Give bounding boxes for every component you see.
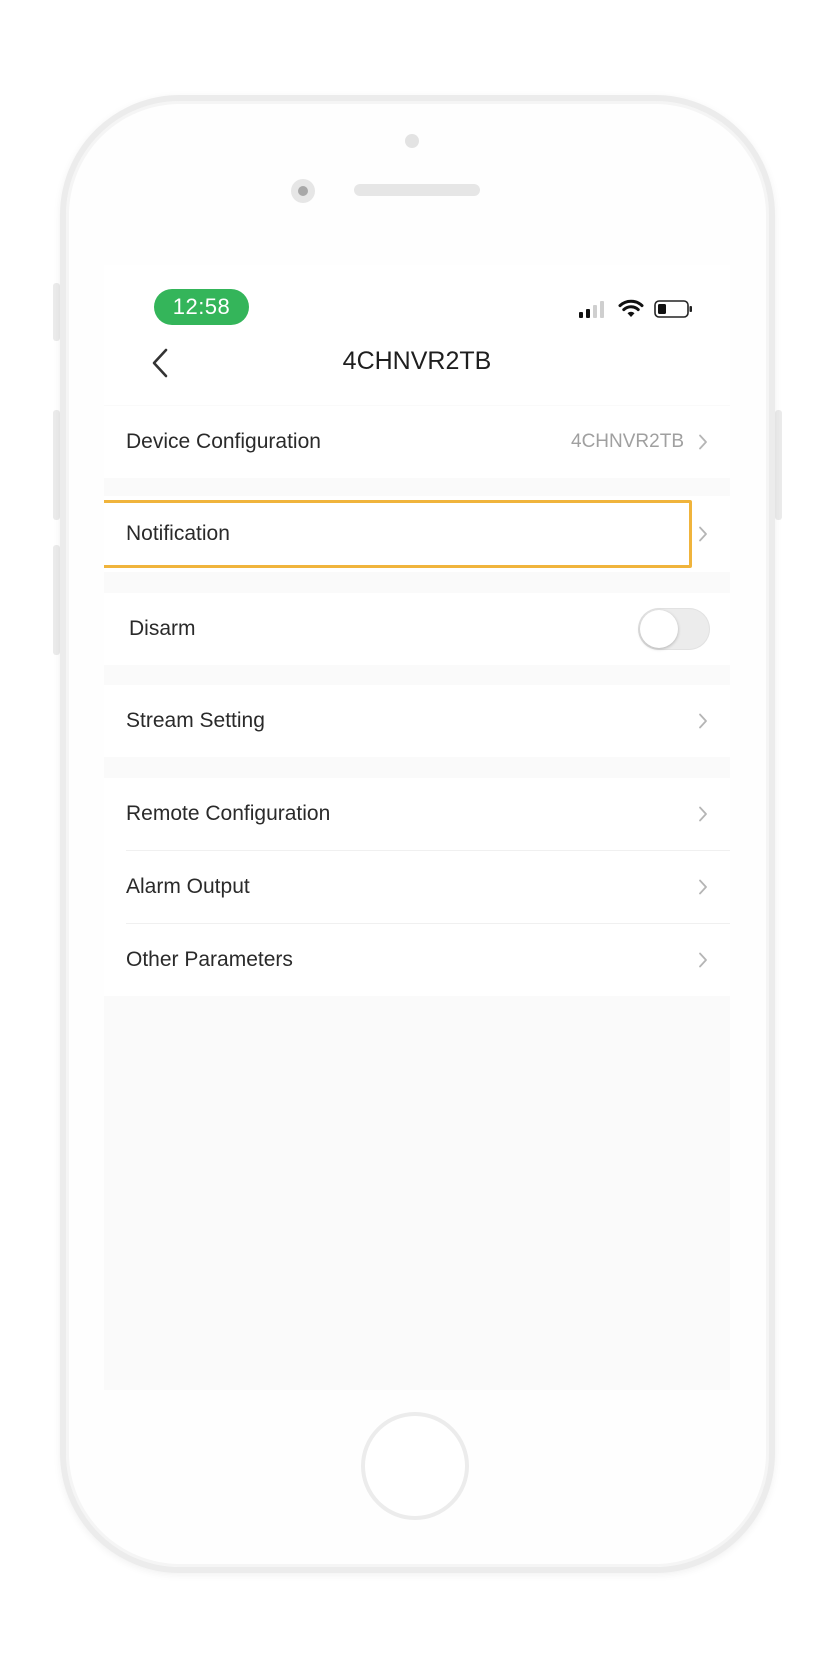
notification-row[interactable]: Notification <box>104 500 730 568</box>
alarm-output-label: Alarm Output <box>126 875 250 898</box>
mute-switch <box>53 283 60 341</box>
page-title: 4CHNVR2TB <box>342 347 492 375</box>
wifi-icon <box>618 299 644 317</box>
device-configuration-label: Device Configuration <box>126 430 321 453</box>
notification-label: Notification <box>126 522 230 545</box>
chevron-right-icon <box>696 524 710 544</box>
phone-screen: 12:58 4CHNVR2TB Device Configuration 4CH… <box>104 265 730 1390</box>
disarm-group: Disarm <box>104 593 730 665</box>
chevron-right-icon <box>696 804 710 824</box>
advanced-settings-group: Remote Configuration Alarm Output Other … <box>104 778 730 996</box>
volume-up-button <box>53 410 60 520</box>
toggle-knob <box>640 610 678 648</box>
power-button <box>775 410 782 520</box>
disarm-row: Disarm <box>104 593 730 665</box>
home-button[interactable] <box>361 1412 469 1520</box>
remote-configuration-row[interactable]: Remote Configuration <box>104 778 730 850</box>
chevron-right-icon <box>696 432 710 452</box>
front-camera-lens <box>291 179 315 203</box>
volume-down-button <box>53 545 60 655</box>
earpiece-speaker <box>354 184 480 196</box>
navigation-bar: 4CHNVR2TB <box>104 325 730 405</box>
device-configuration-row[interactable]: Device Configuration 4CHNVR2TB <box>104 406 730 478</box>
device-configuration-group: Device Configuration 4CHNVR2TB <box>104 406 730 478</box>
disarm-label: Disarm <box>129 617 196 640</box>
status-icons <box>578 299 694 319</box>
chevron-right-icon <box>696 877 710 897</box>
alarm-output-row[interactable]: Alarm Output <box>104 851 730 923</box>
status-time: 12:58 <box>154 289 249 325</box>
stream-setting-row[interactable]: Stream Setting <box>104 685 730 757</box>
battery-icon <box>654 300 692 318</box>
stream-setting-group: Stream Setting <box>104 685 730 757</box>
disarm-toggle[interactable] <box>638 608 710 650</box>
status-bar: 12:58 <box>104 265 730 325</box>
front-sensor <box>405 134 419 148</box>
other-parameters-label: Other Parameters <box>126 948 293 971</box>
device-configuration-value: 4CHNVR2TB <box>571 431 684 452</box>
chevron-right-icon <box>696 950 710 970</box>
other-parameters-row[interactable]: Other Parameters <box>104 924 730 996</box>
stream-setting-label: Stream Setting <box>126 709 265 732</box>
chevron-right-icon <box>696 711 710 731</box>
remote-configuration-label: Remote Configuration <box>126 802 331 825</box>
signal-icon <box>579 301 604 318</box>
notification-group: Notification <box>104 496 730 572</box>
